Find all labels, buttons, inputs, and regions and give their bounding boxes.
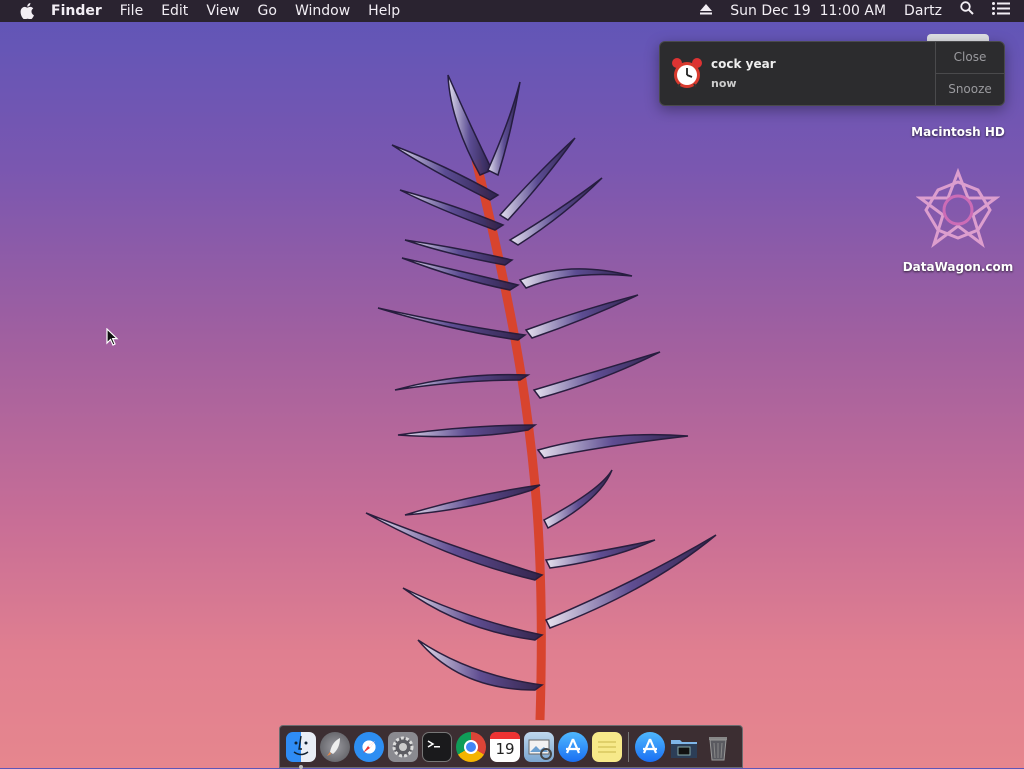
spotlight-search-icon[interactable] — [951, 0, 983, 22]
menu-help[interactable]: Help — [359, 0, 409, 22]
menu-go[interactable]: Go — [249, 0, 286, 22]
menu-view[interactable]: View — [197, 0, 248, 22]
menu-window[interactable]: Window — [286, 0, 359, 22]
folder-icon[interactable] — [669, 732, 699, 762]
menu-clock[interactable]: Sun Dec 19 11:00 AM — [721, 0, 895, 22]
desktop-icon-datawagon[interactable]: DataWagon.com — [900, 167, 1016, 278]
app-store-download-icon[interactable] — [635, 731, 665, 762]
wallpaper-plant — [365, 74, 717, 721]
eject-icon[interactable] — [691, 0, 721, 22]
close-button[interactable]: Close — [936, 42, 1004, 74]
dock-separator — [628, 731, 629, 762]
apple-menu-icon[interactable] — [12, 3, 42, 19]
menu-edit[interactable]: Edit — [152, 0, 197, 22]
desktop-icon-label: Macintosh HD — [911, 125, 1005, 139]
menu-app-name[interactable]: Finder — [42, 0, 111, 22]
terminal-icon[interactable] — [422, 731, 452, 762]
datawagon-logo-icon — [915, 167, 1001, 252]
preview-icon[interactable] — [524, 731, 554, 762]
alarm-clock-icon — [670, 56, 704, 90]
calendar-icon[interactable]: 19 — [490, 731, 520, 762]
calendar-header — [490, 731, 520, 739]
calendar-day: 19 — [495, 739, 515, 758]
chrome-icon[interactable] — [456, 731, 486, 762]
notes-icon[interactable] — [592, 731, 622, 762]
menu-user[interactable]: Dartz — [895, 0, 951, 22]
menu-bar: Finder File Edit View Go Window Help Sun… — [0, 0, 1024, 22]
finder-icon[interactable] — [286, 731, 316, 769]
notification-banner[interactable]: cock year now Close Snooze — [659, 41, 1005, 106]
mouse-cursor-icon — [106, 328, 119, 346]
menu-file[interactable]: File — [111, 0, 152, 22]
safari-icon[interactable] — [354, 731, 384, 762]
trash-icon[interactable] — [703, 732, 733, 762]
notification-center-icon[interactable] — [983, 0, 1024, 22]
app-store-icon[interactable] — [558, 731, 588, 762]
system-preferences-icon[interactable] — [388, 731, 418, 762]
notification-actions: Close Snooze — [935, 42, 1004, 105]
dock: 19 — [279, 725, 743, 769]
notification-title: cock year — [711, 57, 776, 71]
launchpad-icon[interactable] — [320, 731, 350, 762]
notification-subtitle: now — [711, 77, 737, 90]
snooze-button[interactable]: Snooze — [936, 74, 1004, 105]
desktop-icon-label: DataWagon.com — [902, 260, 1014, 274]
